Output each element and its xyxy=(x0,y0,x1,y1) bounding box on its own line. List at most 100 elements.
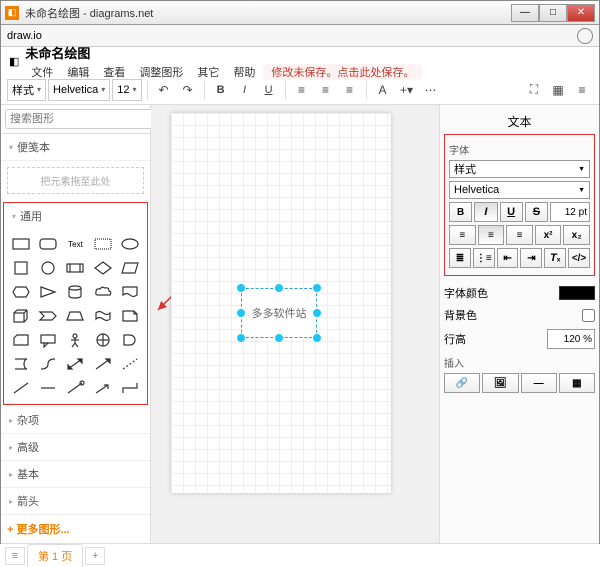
resize-handle[interactable] xyxy=(313,284,321,292)
font-select[interactable]: Helvetica xyxy=(48,79,110,101)
shape-biarrow[interactable] xyxy=(63,353,88,375)
canvas[interactable]: 多多软件站 xyxy=(151,105,439,543)
section-scratchpad[interactable]: 便笺本 xyxy=(1,134,150,161)
halign-right[interactable]: ≡ xyxy=(506,225,533,245)
shape-square[interactable] xyxy=(8,257,33,279)
insert-link[interactable]: 🔗 xyxy=(444,373,480,393)
resize-handle[interactable] xyxy=(313,334,321,342)
format-button[interactable]: ≡ xyxy=(571,79,593,101)
shape-arrow[interactable] xyxy=(90,353,115,375)
resize-handle[interactable] xyxy=(275,284,283,292)
resize-handle[interactable] xyxy=(237,284,245,292)
panel-strike[interactable]: S xyxy=(525,202,548,222)
indent-inc[interactable]: ⇥ xyxy=(520,248,542,268)
section-advanced[interactable]: 高级 xyxy=(1,434,150,461)
shape-cloud[interactable] xyxy=(90,281,115,303)
shape-dashline[interactable] xyxy=(118,353,143,375)
shape-text[interactable]: Text xyxy=(63,233,88,255)
section-arrows[interactable]: 箭头 xyxy=(1,488,150,515)
section-misc[interactable]: 杂项 xyxy=(1,407,150,434)
align-center-button[interactable]: ≡ xyxy=(315,79,337,101)
size-select[interactable]: 12 xyxy=(112,79,141,101)
shape-textbox[interactable] xyxy=(90,233,115,255)
list-ol[interactable]: ≣ xyxy=(449,248,471,268)
shape-rect[interactable] xyxy=(8,233,33,255)
halign-left[interactable]: ≡ xyxy=(449,225,476,245)
unsaved-warning[interactable]: 修改未保存。点击此处保存。 xyxy=(263,64,422,80)
shape-cylinder[interactable] xyxy=(63,281,88,303)
scratchpad-drop[interactable]: 把元素拖至此处 xyxy=(7,167,144,194)
selected-textbox[interactable]: 多多软件站 xyxy=(241,288,317,338)
shape-curve[interactable] xyxy=(35,353,60,375)
more-button[interactable]: ⋯ xyxy=(420,79,442,101)
fullscreen-button[interactable]: ⛶ xyxy=(523,79,545,101)
minimize-button[interactable]: — xyxy=(511,4,539,22)
shape-document[interactable] xyxy=(118,281,143,303)
italic-button[interactable]: I xyxy=(234,79,256,101)
undo-button[interactable]: ↶ xyxy=(153,79,175,101)
shape-tape[interactable] xyxy=(90,305,115,327)
list-ul[interactable]: ⋮≡ xyxy=(473,248,495,268)
menu-adjust[interactable]: 调整图形 xyxy=(133,64,189,80)
menu-view[interactable]: 查看 xyxy=(97,64,131,80)
shape-parallel[interactable] xyxy=(118,257,143,279)
insert-image[interactable]: 🖼 xyxy=(482,373,518,393)
shape-arrow2[interactable] xyxy=(90,377,115,399)
shape-hexagon[interactable] xyxy=(8,281,33,303)
bgcolor-check[interactable] xyxy=(582,309,595,322)
indent-dec[interactable]: ⇤ xyxy=(497,248,519,268)
shape-note[interactable] xyxy=(118,305,143,327)
menu-edit[interactable]: 编辑 xyxy=(61,64,95,80)
align-left-button[interactable]: ≡ xyxy=(291,79,313,101)
halign-center[interactable]: ≡ xyxy=(478,225,505,245)
panel-font-select[interactable]: Helvetica xyxy=(449,181,590,199)
panel-underline[interactable]: U xyxy=(500,202,523,222)
shape-roundrect[interactable] xyxy=(35,233,60,255)
sup-button[interactable]: x² xyxy=(535,225,562,245)
shape-card[interactable] xyxy=(8,329,33,351)
shape-diamond[interactable] xyxy=(90,257,115,279)
panel-italic[interactable]: I xyxy=(474,202,497,222)
shape-process[interactable] xyxy=(63,257,88,279)
page-surface[interactable]: 多多软件站 xyxy=(171,113,391,493)
shape-datastore[interactable] xyxy=(8,353,33,375)
clear-format[interactable]: Tₓ xyxy=(544,248,566,268)
shape-step[interactable] xyxy=(35,305,60,327)
shape-callout[interactable] xyxy=(35,329,60,351)
redo-button[interactable]: ↷ xyxy=(177,79,199,101)
shape-actor[interactable] xyxy=(63,329,88,351)
shape-conn[interactable] xyxy=(118,377,143,399)
section-basic[interactable]: 基本 xyxy=(1,461,150,488)
sub-button[interactable]: x₂ xyxy=(563,225,590,245)
add-page-button[interactable]: + xyxy=(85,547,105,565)
shape-or[interactable] xyxy=(90,329,115,351)
panel-style-select[interactable]: 样式 xyxy=(449,160,590,178)
resize-handle[interactable] xyxy=(237,309,245,317)
layers-button[interactable]: ▦ xyxy=(547,79,569,101)
align-right-button[interactable]: ≡ xyxy=(339,79,361,101)
panel-size-input[interactable] xyxy=(550,202,590,222)
resize-handle[interactable] xyxy=(237,334,245,342)
maximize-button[interactable]: □ xyxy=(539,4,567,22)
underline-button[interactable]: U xyxy=(258,79,280,101)
style-select[interactable]: 样式 xyxy=(7,79,46,101)
shape-line[interactable] xyxy=(8,377,33,399)
shape-ellipse[interactable] xyxy=(118,233,143,255)
menu-other[interactable]: 其它 xyxy=(191,64,225,80)
shape-circle[interactable] xyxy=(35,257,60,279)
bold-button[interactable]: B xyxy=(210,79,232,101)
section-general[interactable]: 通用 xyxy=(4,203,147,229)
close-button[interactable]: ✕ xyxy=(567,4,595,22)
html-button[interactable]: </> xyxy=(568,248,590,268)
search-input[interactable] xyxy=(5,109,157,129)
panel-bold[interactable]: B xyxy=(449,202,472,222)
shape-trap[interactable] xyxy=(63,305,88,327)
resize-handle[interactable] xyxy=(275,334,283,342)
insert-table[interactable]: ▦ xyxy=(559,373,595,393)
font-color-button[interactable]: A xyxy=(372,79,394,101)
lineheight-input[interactable] xyxy=(547,329,595,349)
add-button[interactable]: +▾ xyxy=(396,79,418,101)
shape-and[interactable] xyxy=(118,329,143,351)
more-shapes-button[interactable]: + 更多图形... xyxy=(1,515,150,543)
insert-hr[interactable]: — xyxy=(521,373,557,393)
